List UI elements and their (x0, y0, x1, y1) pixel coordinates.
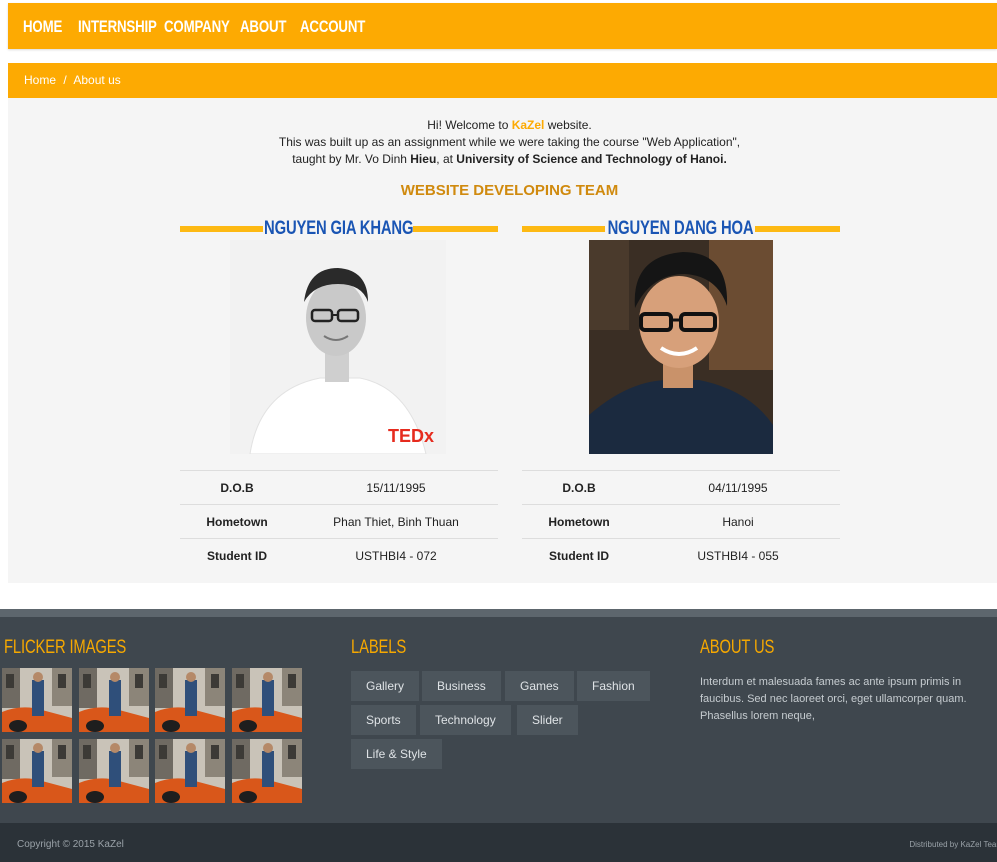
table-row: Student ID USTHBI4 - 055 (522, 538, 840, 572)
dob-value: 04/11/1995 (636, 470, 840, 505)
student-id-label: Student ID (180, 538, 294, 572)
university-name: University of Science and Technology of … (456, 152, 727, 166)
flicker-thumbnail[interactable] (79, 739, 149, 803)
nav-account[interactable]: ACCOUNT (300, 17, 384, 37)
hometown-value: Phan Thiet, Binh Thuan (294, 504, 498, 539)
divider-right (413, 226, 498, 232)
intro-text: Hi! Welcome to (427, 118, 512, 132)
table-row: D.O.B 04/11/1995 (522, 470, 840, 505)
label-business[interactable]: Business (422, 671, 501, 701)
member-photo-image (589, 240, 773, 454)
about-us-title-text: ABOUT US (700, 637, 775, 658)
dob-label: D.O.B (522, 470, 636, 505)
member-info-table: D.O.B 04/11/1995 Hometown Hanoi Student … (522, 470, 840, 572)
student-id-value: USTHBI4 - 072 (294, 538, 498, 572)
labels-title: LABELS (351, 637, 422, 659)
member-info-table: D.O.B 15/11/1995 Hometown Phan Thiet, Bi… (180, 470, 498, 572)
brand-name: KaZel (511, 118, 545, 132)
about-us-text: Interdum et malesuada fames ac ante ipsu… (700, 676, 967, 722)
intro-line-1: Hi! Welcome to KaZel website. (8, 118, 997, 132)
intro-text: website. (544, 118, 592, 132)
nav-company[interactable]: COMPANY (164, 17, 248, 37)
student-id-value: USTHBI4 - 055 (636, 538, 840, 572)
flicker-thumbnail[interactable] (155, 739, 225, 803)
flicker-thumbnail[interactable] (2, 739, 72, 803)
team-title: WEBSITE DEVELOPING TEAM (400, 182, 619, 199)
table-row: Student ID USTHBI4 - 072 (180, 538, 498, 572)
label-gallery[interactable]: Gallery (351, 671, 420, 701)
member-name-text: NGUYEN DANG HOA (608, 218, 754, 239)
copyright-text: Copyright © 2015 KaZel (17, 839, 124, 850)
nav-account-label: ACCOUNT (300, 17, 366, 36)
student-id-label: Student ID (522, 538, 636, 572)
breadcrumb-separator: / (63, 73, 67, 87)
member-photo (589, 240, 773, 459)
flicker-thumbnail[interactable] (232, 739, 302, 803)
flicker-images-title-text: FLICKER IMAGES (4, 637, 127, 658)
label-games[interactable]: Games (505, 671, 574, 701)
teacher-name: Hieu (410, 152, 437, 166)
tedx-logo: TEDx (388, 426, 434, 446)
hometown-label: Hometown (180, 504, 294, 539)
bottom-bar: Copyright © 2015 KaZel Distributed by Ka… (0, 823, 997, 862)
breadcrumb-home-link[interactable]: Home (24, 73, 56, 87)
member-card-hoa: NGUYEN DANG HOA D.O.B 04/11/1995 Hometow… (522, 218, 840, 572)
breadcrumb-current: About us (73, 73, 121, 87)
nav-home-label: HOME (23, 17, 63, 36)
intro-line-2: This was built up as an assignment while… (278, 135, 741, 149)
label-slider[interactable]: Slider (517, 705, 578, 735)
top-navbar: HOME INTERNSHIP COMPANY ABOUT ACCOUNT (8, 3, 997, 49)
nav-about-label: ABOUT (240, 17, 287, 36)
breadcrumb: Home / About us (8, 63, 997, 98)
label-life-style[interactable]: Life & Style (351, 739, 442, 769)
intro-text: taught by Mr. Vo Dinh (292, 152, 411, 166)
member-photo-image: TEDx (230, 240, 446, 455)
intro-text: , at (436, 152, 457, 166)
footer: FLICKER IMAGES LABELS Gallery Business G… (0, 609, 997, 823)
nav-home[interactable]: HOME (23, 17, 73, 37)
member-card-khang: NGUYEN GIA KHANG TEDx D.O.B 15/11/1995 H… (180, 218, 498, 572)
label-fashion[interactable]: Fashion (577, 671, 650, 701)
divider-right (755, 226, 840, 232)
nav-internship-label: INTERNSHIP (78, 17, 157, 36)
member-photo: TEDx (230, 240, 446, 459)
intro-line-3: taught by Mr. Vo Dinh Hieu, at Universit… (8, 152, 997, 166)
flicker-thumbnail[interactable] (2, 668, 72, 732)
flicker-thumbnail[interactable] (155, 668, 225, 732)
dob-value: 15/11/1995 (294, 470, 498, 505)
breadcrumb-trail: Home / About us (24, 73, 121, 87)
hometown-value: Hanoi (636, 504, 840, 539)
hometown-label: Hometown (522, 504, 636, 539)
table-row: D.O.B 15/11/1995 (180, 470, 498, 505)
labels-title-text: LABELS (351, 637, 407, 658)
table-row: Hometown Hanoi (522, 504, 840, 539)
label-technology[interactable]: Technology (420, 705, 511, 735)
flicker-thumbnail[interactable] (79, 668, 149, 732)
about-content: Hi! Welcome to KaZel website. This was b… (8, 98, 997, 583)
label-sports[interactable]: Sports (351, 705, 416, 735)
flicker-thumbnail[interactable] (232, 668, 302, 732)
nav-company-label: COMPANY (164, 17, 230, 36)
distributed-by-text[interactable]: Distributed by KaZel Team (909, 840, 997, 849)
flicker-images-title: FLICKER IMAGES (4, 637, 161, 659)
member-name-text: NGUYEN GIA KHANG (264, 218, 414, 239)
nav-about[interactable]: ABOUT (240, 17, 299, 37)
dob-label: D.O.B (180, 470, 294, 505)
table-row: Hometown Phan Thiet, Binh Thuan (180, 504, 498, 539)
about-us-title: ABOUT US (700, 637, 795, 659)
